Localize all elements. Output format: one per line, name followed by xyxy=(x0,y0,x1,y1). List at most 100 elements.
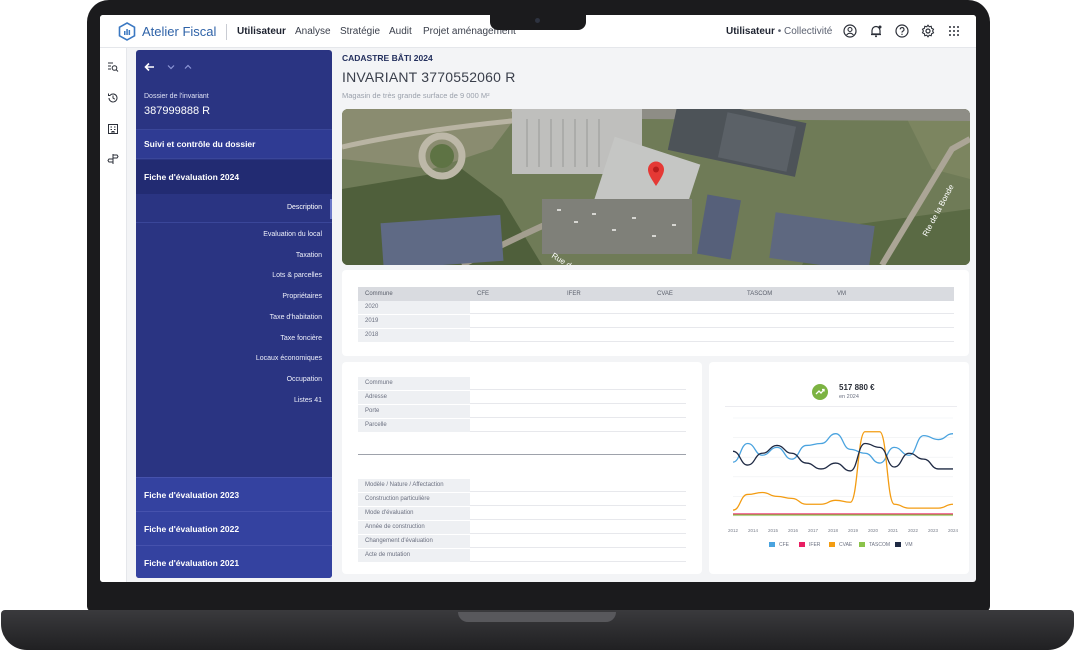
legend-item-tascom[interactable]: TASCOM xyxy=(859,542,890,548)
sidebar-subitem-lots-parcelles[interactable]: Lots & parcelles xyxy=(272,272,322,279)
legend-label: CFE xyxy=(779,542,789,548)
sidebar-subitem-proprietaires[interactable]: Propriétaires xyxy=(282,293,322,300)
column-header-tascom: TASCOM xyxy=(747,291,773,297)
kpi-divider xyxy=(725,406,957,407)
legend-swatch xyxy=(859,542,865,548)
nav-utilisateur[interactable]: Utilisateur xyxy=(237,26,286,37)
app-screen: Atelier Fiscal Utilisateur Analyse Strat… xyxy=(100,15,976,582)
x-tick-label: 2018 xyxy=(828,528,839,533)
legend-swatch xyxy=(829,542,835,548)
sidebar-subitem-taxe-habitation[interactable]: Taxe d'habitation xyxy=(270,314,322,321)
user-context[interactable]: Utilisateur • Collectivité xyxy=(726,26,832,37)
chevron-up-icon[interactable] xyxy=(184,64,192,70)
sidebar-subitem-taxe-fonciere[interactable]: Taxe foncière xyxy=(280,335,322,342)
x-tick-label: 2014 xyxy=(748,528,759,533)
dossier-sidebar: Dossier de l'invariant 387999888 R Suivi… xyxy=(136,50,332,578)
field-label-annee: Année de construction xyxy=(358,521,470,534)
legend-label: VM xyxy=(905,542,913,548)
brand-logo-icon[interactable] xyxy=(118,22,136,41)
column-header-cfe: CFE xyxy=(477,291,489,297)
field-row: Parcelle xyxy=(358,419,686,432)
sidebar-item-label: Fiche d'évaluation 2023 xyxy=(144,490,240,500)
laptop-opening-notch xyxy=(458,612,616,622)
field-label-modele: Modèle / Nature / Affectaction xyxy=(358,479,470,492)
bell-icon[interactable] xyxy=(869,24,883,38)
field-label-construction: Construction particulière xyxy=(358,493,470,506)
sidebar-subitem-occupation[interactable]: Occupation xyxy=(287,376,322,383)
sidebar-item-label: Suivi et contrôle du dossier xyxy=(144,139,256,149)
legend-label: TASCOM xyxy=(869,542,891,548)
row-year: 2018 xyxy=(358,329,470,342)
settings-icon[interactable] xyxy=(921,24,935,38)
map-imagery: Rue de l Rte de la Bonde xyxy=(342,109,970,265)
field-row: Construction particulière xyxy=(358,493,686,506)
legend-item-cvae[interactable]: CVAE xyxy=(829,542,852,548)
series-line-cvae[interactable] xyxy=(732,431,954,511)
search-list-icon[interactable] xyxy=(107,61,119,73)
sidebar-subitem-listes-41[interactable]: Listes 41 xyxy=(294,397,322,404)
field-row: Année de construction xyxy=(358,521,686,534)
nav-analyse[interactable]: Analyse xyxy=(295,26,331,37)
sidebar-subitem-label: Description xyxy=(286,204,322,211)
sidebar-subitem-taxation[interactable]: Taxation xyxy=(296,252,322,259)
sidebar-controls xyxy=(144,58,192,73)
dossier-number: 387999888 R xyxy=(144,105,211,117)
table-row: 2020 xyxy=(358,301,954,314)
user-name: Utilisateur xyxy=(726,26,775,37)
column-header-vm: VM xyxy=(837,291,846,297)
user-separator: • xyxy=(777,26,782,37)
x-tick-label: 2016 xyxy=(788,528,799,533)
camera-dot xyxy=(535,18,540,23)
chevron-down-icon[interactable] xyxy=(167,64,175,70)
legend-item-vm[interactable]: VM xyxy=(895,542,913,548)
sidebar-item-label: Fiche d'évaluation 2024 xyxy=(144,172,240,182)
row-year: 2019 xyxy=(358,315,470,328)
sidebar-subitem-description[interactable]: Description xyxy=(136,195,332,223)
kpi-value: 517 880 € xyxy=(839,383,875,392)
sidebar-item-fiche-2021[interactable]: Fiche d'évaluation 2021 xyxy=(136,545,332,578)
field-row: Modèle / Nature / Affectaction xyxy=(358,479,686,492)
sidebar-item-fiche-2023[interactable]: Fiche d'évaluation 2023 xyxy=(136,477,332,511)
apps-grid-icon[interactable] xyxy=(947,24,961,38)
field-row: Acte de mutation xyxy=(358,549,686,562)
legend-swatch xyxy=(799,542,805,548)
sidebar-subitem-evaluation[interactable]: Evaluation du local xyxy=(263,231,322,238)
legend-item-cfe[interactable]: CFE xyxy=(769,542,789,548)
chart-legend: CFE IFER CVAE TASCOM VM xyxy=(709,542,969,552)
satellite-map[interactable]: Rue de l Rte de la Bonde xyxy=(342,109,970,265)
field-row: Changement d'évaluation xyxy=(358,535,686,548)
brand-name[interactable]: Atelier Fiscal xyxy=(142,24,216,39)
nav-strategie[interactable]: Stratégie xyxy=(340,26,380,37)
sidebar-item-suivi[interactable]: Suivi et contrôle du dossier xyxy=(136,129,332,159)
history-icon[interactable] xyxy=(107,92,119,104)
trend-up-icon xyxy=(815,388,825,395)
tax-trend-chart[interactable]: 2012 2014 2015 2016 2017 2018 2019 2020 2021 2022… xyxy=(725,414,961,536)
row-year: 2020 xyxy=(358,301,470,314)
signpost-icon[interactable] xyxy=(107,153,119,165)
field-label-commune: Commune xyxy=(358,377,470,390)
field-row: Adresse xyxy=(358,391,686,404)
x-tick-label: 2015 xyxy=(768,528,779,533)
sidebar-item-fiche-2024[interactable]: Fiche d'évaluation 2024 xyxy=(136,160,332,194)
dossier-label: Dossier de l'invariant xyxy=(144,93,209,100)
trend-up-badge xyxy=(812,384,828,400)
back-arrow-icon[interactable] xyxy=(144,62,155,72)
field-label-mode-evaluation: Mode d'évaluation xyxy=(358,507,470,520)
help-icon[interactable] xyxy=(895,24,909,38)
icon-rail xyxy=(100,48,127,582)
property-info-card: Commune Adresse Porte Parcelle Modèle / … xyxy=(342,362,702,574)
x-tick-label: 2024 xyxy=(948,528,959,533)
sidebar-subitem-locaux-economiques[interactable]: Locaux économiques xyxy=(256,355,322,362)
field-label-acte-mutation: Acte de mutation xyxy=(358,549,470,562)
nav-audit[interactable]: Audit xyxy=(389,26,412,37)
x-tick-label: 2021 xyxy=(888,528,899,533)
field-label-changement: Changement d'évaluation xyxy=(358,535,470,548)
x-tick-label: 2022 xyxy=(908,528,919,533)
sidebar-item-fiche-2022[interactable]: Fiche d'évaluation 2022 xyxy=(136,511,332,545)
user-circle-icon[interactable] xyxy=(843,24,857,38)
location-pin-icon[interactable] xyxy=(647,161,665,187)
sidebar-item-label: Fiche d'évaluation 2022 xyxy=(144,524,240,534)
legend-item-ifer[interactable]: IFER xyxy=(799,542,820,548)
field-label-porte: Porte xyxy=(358,405,470,418)
building-icon[interactable] xyxy=(107,123,119,135)
